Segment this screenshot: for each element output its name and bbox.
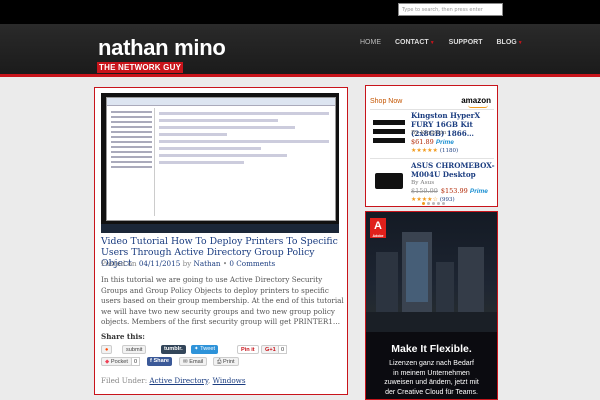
print-label: Print: [223, 359, 235, 365]
site-title[interactable]: nathan mino: [98, 36, 226, 60]
category-link[interactable]: Active Directory: [149, 376, 208, 385]
submit-button[interactable]: submit: [122, 345, 147, 354]
post-date[interactable]: 04/11/2015: [139, 259, 180, 268]
tumblr-button[interactable]: tumblr.: [161, 345, 186, 354]
product-price: $159.99 $153.99 Prime: [411, 187, 488, 195]
pocket-button[interactable]: ◆ Pocket: [101, 357, 132, 366]
facebook-share-button[interactable]: f Share: [147, 357, 172, 366]
site-header: [0, 24, 600, 74]
email-button[interactable]: ✉ Email: [179, 357, 208, 366]
thumbnail-panel: [159, 108, 329, 216]
tweet-label: Tweet: [200, 346, 216, 352]
main-nav: HOME CONTACT▼ SUPPORT BLOG▼: [360, 38, 537, 48]
chevron-down-icon: ▼: [517, 40, 523, 46]
nav-support[interactable]: SUPPORT: [449, 38, 483, 48]
top-bar: Type to search, then press enter: [0, 0, 600, 24]
reddit-icon: ●: [105, 347, 109, 353]
reddit-submit-button[interactable]: ● ​: [101, 345, 113, 354]
posted-label: Posted on: [101, 259, 137, 268]
post-meta: Posted on 04/11/2015 by Nathan • 0 Comme…: [101, 259, 275, 269]
ad-line: der Creative Cloud für Teams.: [385, 388, 478, 396]
search-input[interactable]: Type to search, then press enter: [398, 3, 503, 16]
prime-badge: Prime: [469, 188, 488, 195]
carousel-dots[interactable]: [422, 202, 445, 205]
product-brand: By Kingston: [411, 130, 447, 136]
email-label: Email: [189, 359, 204, 365]
google-plus-count: 0: [278, 345, 288, 354]
nav-contact-label: CONTACT: [395, 39, 429, 46]
pinterest-button[interactable]: Pin it: [237, 345, 259, 354]
product-price: $61.89 Prime: [411, 138, 454, 146]
twitter-icon: ✦: [194, 346, 199, 352]
adobe-logo-text: Adobe: [372, 234, 384, 238]
price-value: $153.99: [440, 187, 468, 195]
nav-blog[interactable]: BLOG▼: [497, 38, 523, 48]
thumbnail-tree: [109, 108, 155, 216]
divider: [370, 158, 494, 159]
filed-label: Filed Under:: [101, 376, 148, 385]
pocket-count: 0: [131, 357, 141, 366]
pocket-icon: ◆: [105, 359, 110, 365]
product-image-chromebox[interactable]: [371, 165, 407, 195]
thumbnail-toolbar: [107, 98, 335, 106]
chevron-down-icon: ▼: [429, 40, 435, 46]
category-separator: ,: [207, 376, 211, 385]
stars: ★★★★★: [411, 147, 438, 154]
nav-contact[interactable]: CONTACT▼: [395, 38, 435, 48]
post-author[interactable]: Nathan: [194, 259, 221, 268]
share-btn-label: Share: [153, 358, 169, 364]
category-link[interactable]: Windows: [213, 376, 246, 385]
print-button[interactable]: ⎙ Print: [213, 357, 239, 366]
meta-bullet: •: [222, 259, 228, 268]
site-tagline: THE NETWORK GUY: [97, 62, 184, 73]
product-image-ram[interactable]: [371, 116, 407, 146]
shop-now-heading[interactable]: Shop Now: [370, 98, 402, 105]
old-price: $159.99: [411, 187, 438, 195]
pocket-label: Pocket: [110, 359, 128, 365]
ad-line: zuweisen und ändern, jetzt mit: [384, 379, 479, 386]
post-excerpt: In this tutorial we are going to use Act…: [101, 275, 344, 327]
nav-blog-label: BLOG: [496, 39, 517, 46]
by-label: by: [182, 259, 192, 268]
nav-home[interactable]: HOME: [360, 38, 381, 48]
thumbnail-taskbar: [101, 224, 339, 233]
post-card: Video Tutorial How To Deploy Printers To…: [94, 87, 348, 395]
ad-body: Lizenzen ganz nach Bedarf in meinem Unte…: [366, 359, 497, 397]
amazon-widget: Shop Now amazon Kingston HyperX FURY 16G…: [365, 85, 498, 207]
product-rating[interactable]: ★★★★★ (1180): [411, 147, 458, 154]
product-title[interactable]: ASUS CHROMEBOX-M004U Desktop: [411, 161, 499, 179]
ad-headline: Make It Flexible.: [391, 343, 472, 355]
review-count: (1180): [439, 148, 459, 154]
email-icon: ✉: [183, 359, 188, 365]
adobe-ad[interactable]: A Adobe Make It Flexible. Lizenzen ganz n…: [365, 211, 498, 400]
tweet-button[interactable]: ✦ Tweet: [191, 345, 219, 354]
share-label: Share this:: [101, 332, 145, 341]
header-accent-line: [0, 74, 600, 77]
post-comments-link[interactable]: 0 Comments: [229, 259, 275, 268]
screenshot-thumbnail: [106, 97, 336, 221]
amazon-logo[interactable]: amazon: [461, 96, 491, 105]
facebook-icon: f: [150, 358, 152, 364]
ad-line: in meinem Unternehmen: [393, 369, 470, 377]
prime-badge: Prime: [435, 139, 454, 146]
featured-image[interactable]: [101, 93, 339, 233]
ad-line: Lizenzen ganz nach Bedarf: [389, 360, 474, 367]
product-brand: By Asus: [411, 180, 435, 186]
divider: [370, 109, 494, 110]
price-value: $61.89: [411, 138, 434, 146]
amazon-smile-icon: [468, 105, 488, 108]
adobe-logo: A Adobe: [370, 218, 386, 238]
google-plus-button[interactable]: G+1: [261, 345, 280, 354]
print-icon: ⎙: [217, 359, 222, 365]
post-categories: Filed Under: Active Directory, Windows: [101, 376, 246, 385]
